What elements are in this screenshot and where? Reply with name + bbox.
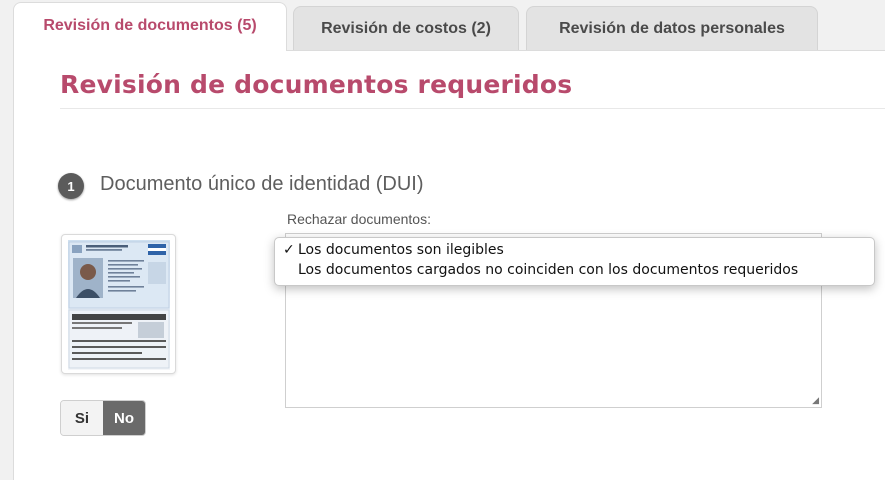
tab-label: Revisión de costos (2) — [321, 19, 491, 37]
toggle-si-button[interactable]: Si — [61, 401, 103, 435]
toggle-no-button[interactable]: No — [103, 401, 145, 435]
id-card-image — [68, 240, 170, 370]
section-title: Documento único de identidad (DUI) — [100, 173, 424, 195]
step-number-badge: 1 — [58, 173, 84, 199]
reject-reason-dropdown[interactable]: ✓ Los documentos son ilegibles Los docume… — [274, 237, 875, 286]
reject-documents-label: Rechazar documentos: — [287, 211, 431, 227]
approval-toggle: Si No — [60, 400, 146, 436]
tab-revision-datos-personales[interactable]: Revisión de datos personales — [526, 6, 818, 50]
tab-label: Revisión de documentos (5) — [43, 17, 257, 34]
tab-revision-documentos[interactable]: Revisión de documentos (5) — [13, 2, 287, 51]
tab-bar: Revisión de documentos (5) Revisión de c… — [0, 0, 885, 51]
resize-grip-icon[interactable]: ◢ — [812, 396, 819, 405]
reject-option-ilegibles[interactable]: ✓ Los documentos son ilegibles — [283, 240, 504, 260]
title-divider — [60, 108, 885, 109]
page-title: Revisión de documentos requeridos — [60, 70, 573, 99]
reject-option-no-coinciden[interactable]: Los documentos cargados no coinciden con… — [283, 260, 798, 280]
tab-revision-costos[interactable]: Revisión de costos (2) — [293, 6, 519, 50]
option-label: Los documentos cargados no coinciden con… — [298, 262, 799, 278]
id-card-graphic — [68, 241, 170, 369]
checkmark-icon: ✓ — [283, 242, 295, 258]
document-thumbnail[interactable] — [61, 234, 176, 374]
option-label: Los documentos son ilegibles — [298, 242, 504, 258]
tab-label: Revisión de datos personales — [559, 19, 785, 37]
